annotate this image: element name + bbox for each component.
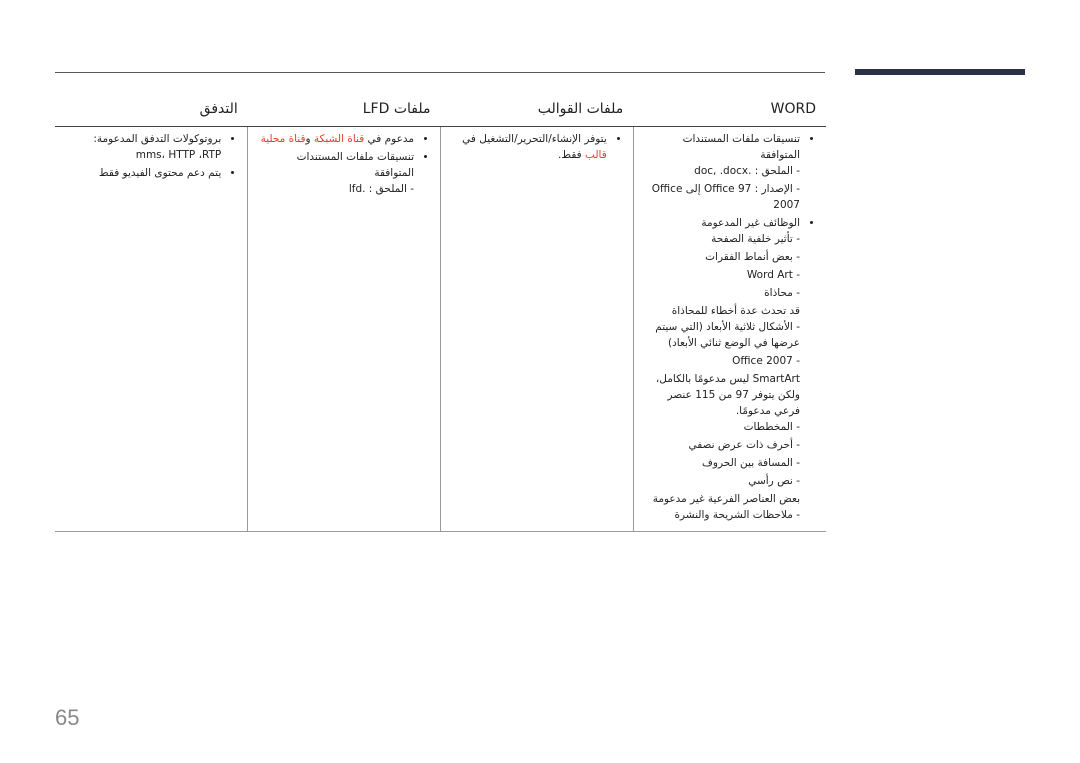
list-item: Word Art — [644, 267, 800, 283]
list-item: الإصدار : Office 97 إلى Office 2007 — [644, 181, 800, 213]
list-item: الأشكال ثلاثية الأبعاد (التي سيتم عرضها … — [644, 319, 800, 351]
list-item: ملاحظات الشريحة والنشرة — [644, 507, 800, 523]
list-item: Office 2007 — [644, 353, 800, 369]
list-item: بعض أنماط الفقرات — [644, 249, 800, 265]
list-item: يتم دعم محتوى الفيديو فقط — [65, 165, 221, 181]
cell-streaming: بروتوكولات التدفق المدعومة: mms، HTTP ،R… — [55, 126, 248, 532]
list-item: محاذاة — [644, 285, 800, 301]
list-item: نص رأسي — [644, 473, 800, 489]
header-templates: ملفات القوالب — [440, 96, 634, 127]
page-number: 65 — [55, 705, 80, 730]
list-item: بروتوكولات التدفق المدعومة: mms، HTTP ،R… — [65, 131, 221, 163]
cell-templates: يتوفر الإنشاء/التحرير/التشغيل في قالب فق… — [440, 126, 634, 532]
list-item: أحرف ذات عرض نصفي — [644, 437, 800, 453]
header-streaming: التدفق — [55, 96, 248, 127]
list-item: المسافة بين الحروف — [644, 455, 800, 471]
cell-lfd: مدعوم في قناة الشبكة وقناة محلية تنسيقات… — [247, 126, 441, 532]
header-lfd: ملفات LFD — [247, 96, 441, 127]
list-item: تنسيقات ملفات المستندات المتوافقة الملحق… — [644, 131, 800, 213]
top-rule — [55, 72, 825, 73]
list-item: يتوفر الإنشاء/التحرير/التشغيل في قالب فق… — [451, 131, 607, 163]
list-item: الوظائف غير المدعومة تأثير خلفية الصفحة … — [644, 215, 800, 523]
list-item: تنسيقات ملفات المستندات المتوافقة الملحق… — [258, 149, 414, 197]
note: بعض العناصر الفرعية غير مدعومة — [652, 493, 800, 505]
note: قد تحدث عدة أخطاء للمحاذاة — [671, 305, 800, 317]
template-link: قالب — [585, 149, 607, 161]
file-format-table: WORD ملفات القوالب ملفات LFD التدفق تنسي… — [55, 96, 826, 532]
list-item: المخططات — [644, 419, 800, 435]
local-channel-link: قناة محلية — [260, 133, 306, 145]
list-item: مدعوم في قناة الشبكة وقناة محلية — [258, 131, 414, 147]
note: SmartArt ليس مدعومًا بالكامل، ولكن يتوفر… — [655, 373, 800, 417]
network-channel-link: قناة الشبكة — [313, 133, 365, 145]
header-word: WORD — [633, 96, 826, 127]
list-item: الملحق : .doc, .docx — [644, 163, 800, 179]
section-bar — [855, 69, 1025, 75]
list-item: تأثير خلفية الصفحة — [644, 231, 800, 247]
list-item: الملحق : .lfd — [258, 181, 414, 197]
cell-word: تنسيقات ملفات المستندات المتوافقة الملحق… — [632, 126, 826, 532]
